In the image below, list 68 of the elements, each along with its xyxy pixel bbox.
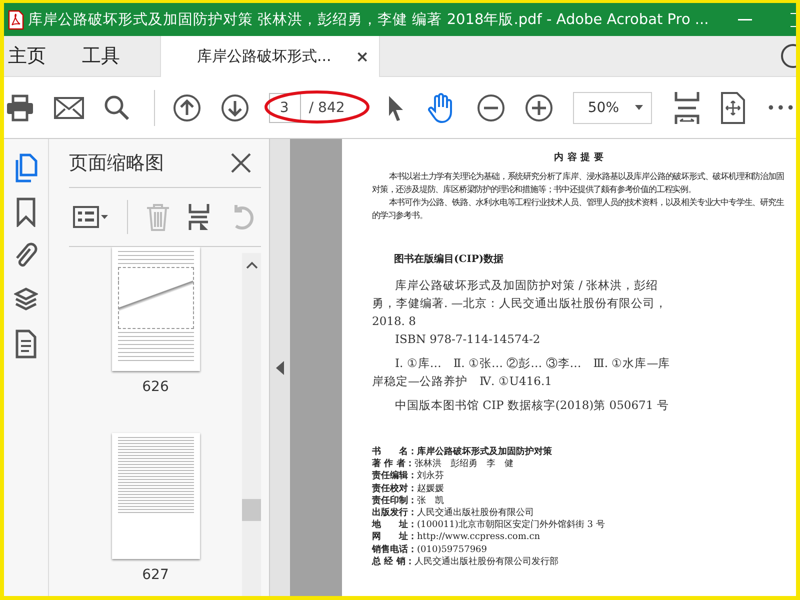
arrow-up-circle-icon[interactable] — [172, 94, 201, 122]
tab-close[interactable]: × — [356, 47, 369, 66]
page-count: / 842 — [308, 100, 346, 116]
detail-label: 出版发行： — [372, 507, 417, 519]
zoom-dropdown[interactable]: 50% — [572, 92, 652, 124]
page-number-label: 627 — [142, 567, 169, 583]
minimize-icon[interactable] — [738, 18, 752, 20]
document-icon[interactable] — [14, 329, 38, 359]
detail-label: 责任编辑： — [372, 470, 417, 483]
hand-icon[interactable] — [426, 92, 455, 122]
document-tab[interactable]: 库岸公路破坏形式... × — [160, 36, 380, 77]
detail-value: 张林洪 彭绍勇 李 健 — [414, 458, 514, 470]
print-icon[interactable] — [6, 94, 34, 122]
detail-label: 著 作 者： — [372, 458, 414, 470]
help-icon[interactable] — [780, 43, 796, 69]
tab-title: 库岸公路破坏形式... — [197, 47, 332, 66]
abstract-paragraph: 本书可作为公路、铁路、水利水电等工程行业技术人员、管理人员的技术资料，以及相关专业大中专学生、研究生的学习参考书。 — [372, 196, 786, 222]
pages-icon[interactable] — [14, 153, 38, 183]
caret-icon — [635, 105, 644, 110]
maximize-icon[interactable] — [790, 12, 796, 26]
detail-value: 张 凯 — [417, 494, 444, 508]
fit-page-icon[interactable] — [674, 90, 700, 124]
detail-value: (100011)北京市朝阳区安定门外外馆斜街 3 号 — [417, 519, 605, 532]
detail-value: 赵媛媛 — [417, 482, 444, 495]
detail-label: 责任印制： — [372, 494, 417, 507]
cip-heading: 图书在版编目(CIP)数据 — [394, 252, 505, 266]
detail-value: 人民交通出版社股份有限公司 — [417, 507, 534, 520]
page-number-label: 626 — [142, 379, 169, 395]
menu-tab[interactable]: 工具 — [78, 36, 126, 76]
scrollbar[interactable] — [242, 253, 261, 596]
collapse-arrow-icon[interactable] — [276, 360, 284, 374]
classification-text: Ⅰ. ①库… Ⅱ. ①张… ②彭… ③李… Ⅲ. ①水库—库岸稳定—公路养护 Ⅳ. ①U416.1 — [372, 355, 672, 390]
cip-entry: 库岸公路破坏形式及加固防护对策 / 张林洪，彭绍勇，李健编著. —北京：人民交通出版社股份有限公司，2018. 8 — [372, 277, 668, 330]
detail-value: 库岸公路破坏形式及加固防护对策 — [417, 446, 552, 458]
search-icon[interactable] — [104, 94, 130, 120]
bookmark-icon[interactable] — [14, 197, 38, 227]
zoom-in-icon[interactable] — [524, 94, 553, 122]
abstract-paragraph: 本书以岩土力学有关理论为基础，系统研究分析了库岸、浸水路基以及库岸公路的破坏形式、破坏机理和防治加固对策，还涉及堤防、库区桥梁防护的理论和措施等；书中还提供了颇有参考价值的工程实例。 — [372, 170, 785, 196]
zoom-out-icon[interactable] — [476, 94, 505, 122]
more-menu[interactable]: ••• — [766, 98, 796, 116]
detail-value: http://www.ccpress.com.cn — [417, 531, 540, 544]
arrow-down-circle-icon[interactable] — [220, 94, 249, 122]
detail-label: 总 经 销： — [372, 556, 414, 568]
page-thumbnail[interactable] — [112, 433, 200, 559]
menu-tab[interactable]: 主页 — [4, 36, 52, 76]
panel-title: 页面缩略图 — [69, 151, 164, 176]
mail-icon[interactable] — [54, 96, 84, 118]
window-title: 库岸公路破坏形式及加固防护对策 张林洪，彭绍勇，李健 编著 2018年版.pdf - Adobe Acrobat Pro ... — [28, 10, 710, 29]
scrollbar-thumb[interactable] — [242, 499, 261, 521]
isbn-text: ISBN 978-7-114-14574-2 — [394, 331, 542, 348]
page-split-icon[interactable] — [188, 203, 210, 231]
detail-value: (010)59757969 — [417, 544, 488, 556]
close-icon[interactable] — [231, 153, 251, 173]
detail-value: 刘永芬 — [417, 470, 444, 483]
cip-number-text: 中国版本图书馆 CIP 数据核字(2018)第 050671 号 — [394, 397, 670, 414]
detail-label: 责任校对： — [372, 482, 417, 495]
scroll-up-icon[interactable] — [246, 261, 258, 269]
detail-label: 书 名： — [372, 446, 417, 458]
page-thumbnail[interactable] — [112, 247, 200, 371]
pdf-file-icon — [8, 10, 24, 30]
pointer-icon[interactable] — [386, 94, 405, 122]
detail-label: 网 址： — [372, 531, 417, 544]
detail-label: 销售电话： — [372, 544, 417, 556]
options-icon[interactable] — [73, 206, 109, 228]
abstract-heading: 内 容 提 要 — [553, 151, 605, 164]
full-screen-page-icon[interactable] — [720, 92, 746, 124]
detail-value: 人民交通出版社股份有限公司发行部 — [414, 556, 558, 568]
detail-label: 地 址： — [372, 519, 417, 531]
